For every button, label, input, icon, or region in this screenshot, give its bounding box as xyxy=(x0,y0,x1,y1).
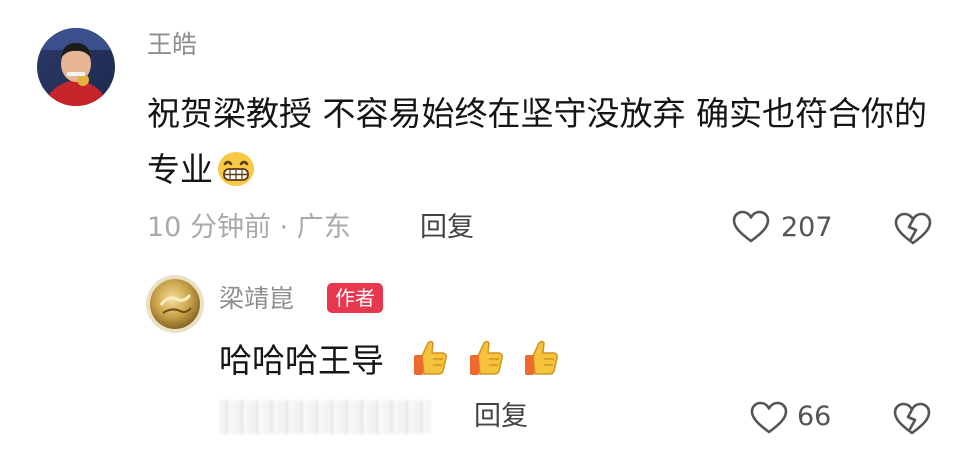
author-badge: 作者 xyxy=(327,283,383,313)
comment-text: 祝贺梁教授 不容易始终在坚守没放弃 确实也符合你的专业 xyxy=(147,86,937,204)
comment-body: 祝贺梁教授 不容易始终在坚守没放弃 确实也符合你的专业 xyxy=(147,94,927,189)
comment-time: 10 分钟前 xyxy=(147,212,271,243)
avatar-main[interactable] xyxy=(37,28,115,106)
broken-heart-icon[interactable] xyxy=(894,212,932,250)
like-count: 207 xyxy=(781,212,833,243)
reply-text: 哈哈哈王导 xyxy=(219,341,384,380)
avatar-reply[interactable] xyxy=(146,275,204,333)
thumbs-up-icon xyxy=(521,338,561,382)
comment-location: 广东 xyxy=(296,212,351,243)
heart-icon[interactable] xyxy=(750,401,788,439)
like-count: 66 xyxy=(797,401,832,432)
reply-button[interactable]: 回复 xyxy=(420,208,474,248)
meta-separator: · xyxy=(279,212,289,243)
obscured-meta xyxy=(219,400,431,434)
thumbs-up-icon xyxy=(410,338,450,382)
thumbs-up-icon xyxy=(466,338,506,382)
heart-icon[interactable] xyxy=(732,210,770,248)
broken-heart-icon[interactable] xyxy=(893,402,931,440)
reply-username[interactable]: 梁靖崑 xyxy=(219,281,294,317)
comment-meta: 10 分钟前 · 广东 xyxy=(147,208,351,248)
reply-button[interactable]: 回复 xyxy=(474,397,528,437)
grinning-face-icon xyxy=(217,148,255,204)
comment-username[interactable]: 王皓 xyxy=(147,27,197,63)
